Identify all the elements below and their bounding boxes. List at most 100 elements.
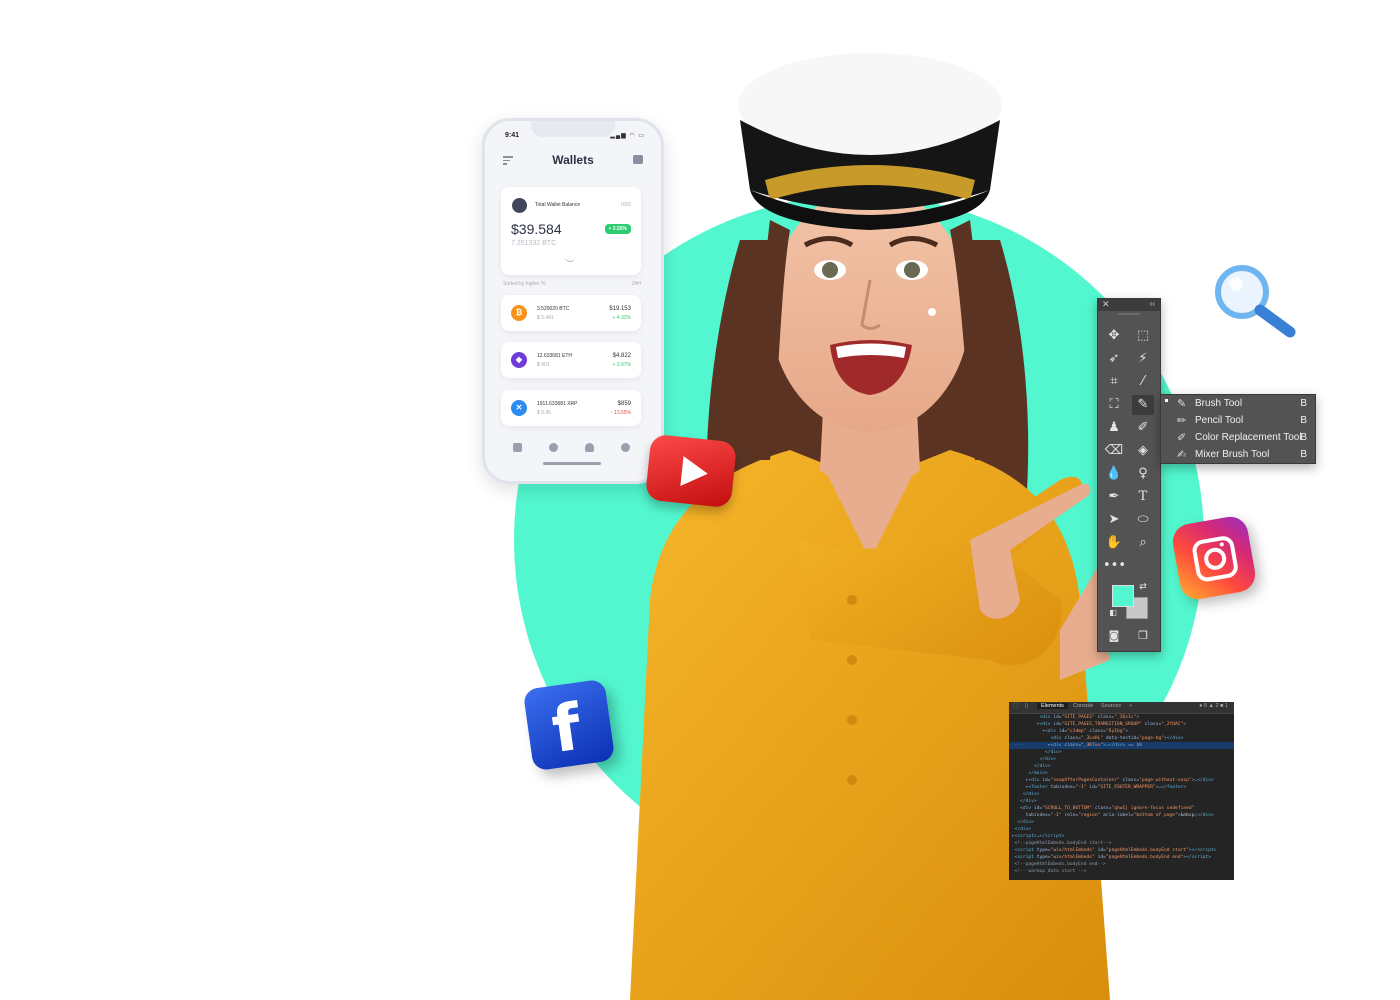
default-colors-icon[interactable]: ◧	[1102, 603, 1124, 623]
tab-sources[interactable]: Sources	[1101, 703, 1121, 709]
paint-bucket-tool-icon[interactable]: ◈	[1132, 441, 1154, 461]
coin-price: $ 5.441	[537, 315, 554, 321]
zoom-tool-icon[interactable]: ⌕	[1132, 533, 1154, 553]
youtube-icon	[644, 433, 738, 509]
flyout-item-shortcut: B	[1300, 398, 1307, 409]
coin-row-btc[interactable]: ₿ 3.529020 BTC $ 5.441 $19.153 + 4.32%	[501, 295, 641, 331]
devtools-panel: ⬚ ▯ Elements Console Sources » ● 6 ▲ 2 ■…	[1009, 702, 1234, 880]
blur-tool-icon[interactable]: 💧	[1103, 464, 1125, 484]
brush-tool-flyout: ✎ Brush Tool B ✏ Pencil Tool B ✐ Color R…	[1160, 394, 1316, 464]
crop-tool-icon[interactable]: ⌗	[1103, 372, 1125, 392]
facebook-f-glyph: f	[547, 690, 586, 768]
flyout-item-shortcut: B	[1300, 432, 1307, 443]
coin-row-eth[interactable]: ◆ 12.633681 ETH $ 401 $4.822 + 3.97%	[501, 342, 641, 378]
more-tools-icon[interactable]: •••	[1103, 556, 1126, 576]
flyout-item-color-replacement[interactable]: ✐ Color Replacement Tool B	[1161, 429, 1315, 446]
eraser-tool-icon[interactable]: ⌫	[1103, 441, 1125, 461]
magnifier-icon	[1215, 265, 1296, 338]
coin-amount: 1911.633681 XRP	[537, 401, 578, 407]
balance-change-badge: + 3.55%	[604, 224, 631, 234]
flyout-item-mixer-brush[interactable]: ✍ Mixer Brush Tool B	[1161, 446, 1315, 463]
inspect-icon[interactable]: ⬚	[1013, 703, 1018, 709]
bitcoin-icon: ₿	[511, 305, 527, 321]
coin-amount: 12.633681 ETH	[537, 353, 573, 359]
brush-icon: ✎	[1177, 397, 1187, 410]
selected-bullet	[1165, 399, 1168, 402]
tab-settings-icon[interactable]	[621, 443, 630, 452]
coin-price: $ 0.45	[537, 410, 551, 416]
screen-mode-icon[interactable]: ❐	[1132, 626, 1154, 646]
coin-value: $859	[617, 401, 631, 407]
ripple-icon: ✕	[511, 400, 527, 416]
coin-change: + 3.97%	[612, 362, 632, 368]
color-replacement-icon: ✐	[1177, 431, 1187, 444]
flyout-item-pencil[interactable]: ✏ Pencil Tool B	[1161, 412, 1315, 429]
lasso-tool-icon[interactable]: ➶	[1103, 349, 1125, 369]
sort-label: Sorted by higher %	[503, 281, 546, 287]
flyout-item-shortcut: B	[1300, 449, 1307, 460]
stamp-tool-icon[interactable]: ♟	[1103, 418, 1125, 438]
status-signal-icon: ▂▄▆ ◠ ▭	[610, 133, 645, 139]
quick-mask-icon[interactable]: ◙	[1103, 626, 1125, 646]
coin-value: $4.822	[612, 353, 631, 359]
instagram-icon	[1169, 513, 1259, 603]
tab-explore-icon[interactable]	[549, 443, 558, 452]
chevron-down-icon[interactable]	[565, 257, 575, 262]
status-time: 9:41	[505, 132, 520, 139]
coin-row-xrp[interactable]: ✕ 1911.633681 XRP $ 0.45 $859 - 13.55%	[501, 390, 641, 426]
ellipse-tool-icon[interactable]: ⬭	[1132, 510, 1154, 530]
marquee-tool-icon[interactable]: ⬚	[1132, 326, 1154, 346]
coin-price: $ 401	[537, 362, 550, 368]
tab-console[interactable]: Console	[1073, 703, 1093, 709]
issue-badges: ● 6 ▲ 2 ■ 1	[1199, 703, 1228, 709]
pencil-icon: ✏	[1177, 414, 1187, 427]
wallet-balance-icon	[512, 198, 527, 213]
flyout-item-shortcut: B	[1300, 415, 1307, 426]
move-tool-icon[interactable]: ✥	[1103, 326, 1125, 346]
tab-wallet-icon[interactable]	[513, 443, 522, 452]
coin-value: $19.153	[609, 306, 631, 312]
coin-change: + 4.32%	[612, 315, 632, 321]
phone-notch	[531, 121, 615, 137]
brush-tool-icon[interactable]: ✎	[1132, 395, 1154, 415]
tab-more[interactable]: »	[1129, 703, 1132, 709]
flyout-item-label: Pencil Tool	[1195, 415, 1244, 426]
flyout-item-label: Brush Tool	[1195, 398, 1243, 409]
play-icon	[680, 456, 710, 489]
balance-card[interactable]: Total Wallet Balance USD $39.584 7.25133…	[501, 187, 641, 275]
coin-change: - 13.55%	[610, 410, 631, 416]
facebook-icon: f	[522, 678, 616, 772]
coin-amount: 3.529020 BTC	[537, 306, 570, 312]
device-icon[interactable]: ▯	[1025, 703, 1028, 709]
dodge-tool-icon[interactable]: ♀	[1132, 464, 1154, 484]
swap-colors-icon[interactable]: ⇄	[1132, 577, 1154, 597]
flyout-item-label: Mixer Brush Tool	[1195, 449, 1270, 460]
magic-wand-tool-icon[interactable]: ⚡	[1132, 349, 1154, 369]
wallet-phone-mockup: 9:41 ▂▄▆ ◠ ▭ Wallets Total Wallet Balanc…	[482, 118, 664, 484]
currency-select[interactable]: USD	[620, 202, 631, 208]
photoshop-toolbar: ✕ ‹‹ ✥ ⬚ ➶ ⚡ ⌗ ⁄ ⛶ ✎ ♟ ✐ ⌫ ◈ 💧 ♀ ✒ T ➤ ⬭…	[1097, 298, 1161, 652]
collapse-icon[interactable]: ‹‹	[1150, 299, 1155, 308]
type-tool-icon[interactable]: T	[1132, 487, 1154, 507]
toolbar-grip[interactable]	[1118, 313, 1140, 315]
tab-elements[interactable]: Elements	[1037, 703, 1068, 709]
flyout-item-brush[interactable]: ✎ Brush Tool B	[1161, 395, 1315, 412]
history-brush-tool-icon[interactable]: ✐	[1132, 418, 1154, 438]
tab-notifications-icon[interactable]	[585, 443, 594, 452]
flyout-item-label: Color Replacement Tool	[1195, 432, 1302, 443]
ethereum-icon: ◆	[511, 352, 527, 368]
period-select[interactable]: 24H	[632, 281, 641, 287]
path-selection-tool-icon[interactable]: ➤	[1103, 510, 1125, 530]
close-icon[interactable]: ✕	[1102, 299, 1110, 310]
devtools-tabbar: ⬚ ▯ Elements Console Sources » ● 6 ▲ 2 ■…	[1009, 702, 1234, 714]
balance-label: Total Wallet Balance	[535, 202, 581, 208]
eyedropper-tool-icon[interactable]: ⁄	[1132, 372, 1154, 392]
wallet-icon[interactable]	[633, 155, 643, 164]
hand-tool-icon[interactable]: ✋	[1103, 533, 1125, 553]
home-indicator	[543, 462, 601, 465]
balance-amount: $39.584	[511, 221, 562, 237]
balance-btc: 7.251332 BTC	[511, 240, 557, 247]
frame-tool-icon[interactable]: ⛶	[1103, 395, 1125, 415]
mixer-brush-icon: ✍	[1177, 448, 1187, 461]
pen-tool-icon[interactable]: ✒	[1103, 487, 1125, 507]
